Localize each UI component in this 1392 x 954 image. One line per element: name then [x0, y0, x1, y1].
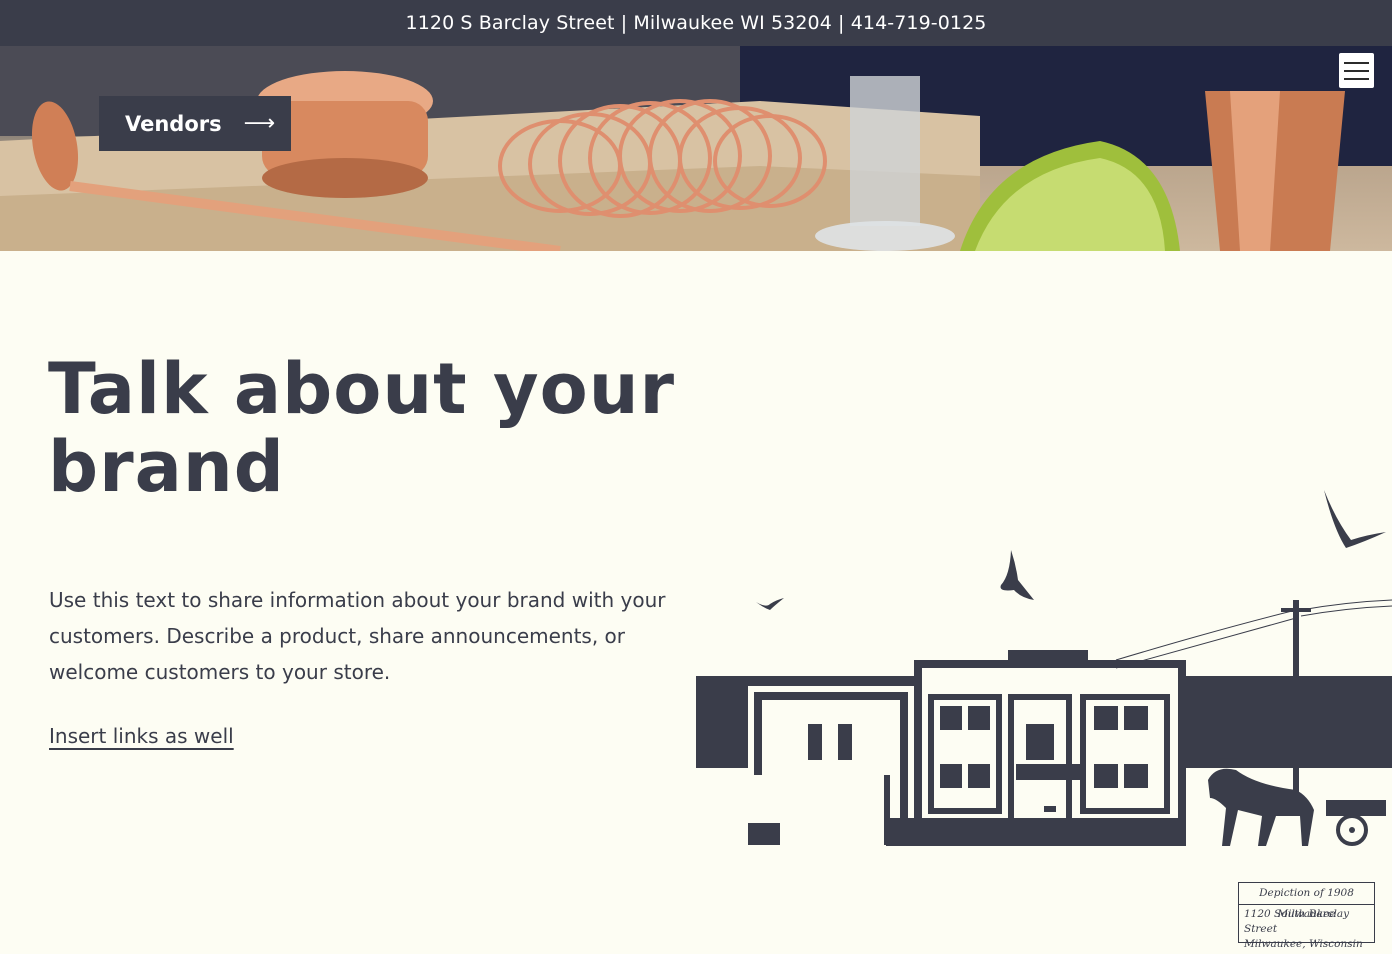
hamburger-menu-icon[interactable] — [1339, 53, 1374, 88]
page-heading: Talk about your brand — [48, 350, 688, 506]
caption-city-line: Milwaukee, Wisconsin — [1244, 938, 1363, 950]
arrow-right-icon: ⟶ — [243, 111, 276, 136]
heading-line-1: Talk about your — [48, 348, 676, 430]
caption-title: Depiction of 1908 Milwaukee — [1239, 883, 1374, 920]
address-phone-text: 1120 S Barclay Street | Milwaukee WI 532… — [405, 12, 987, 34]
top-info-bar: 1120 S Barclay Street | Milwaukee WI 532… — [0, 0, 1392, 46]
vendors-button[interactable]: Vendors ⟶ — [99, 96, 291, 151]
milwaukee-1908-building-illustration — [696, 490, 1392, 846]
heading-line-2: brand — [48, 426, 285, 508]
vendors-button-label: Vendors — [125, 111, 222, 136]
illustration-caption: Depiction of 1908 Milwaukee 1120 South B… — [1238, 882, 1375, 950]
insert-links-link[interactable]: Insert links as well — [49, 724, 234, 748]
brand-description: Use this text to share information about… — [49, 588, 666, 684]
